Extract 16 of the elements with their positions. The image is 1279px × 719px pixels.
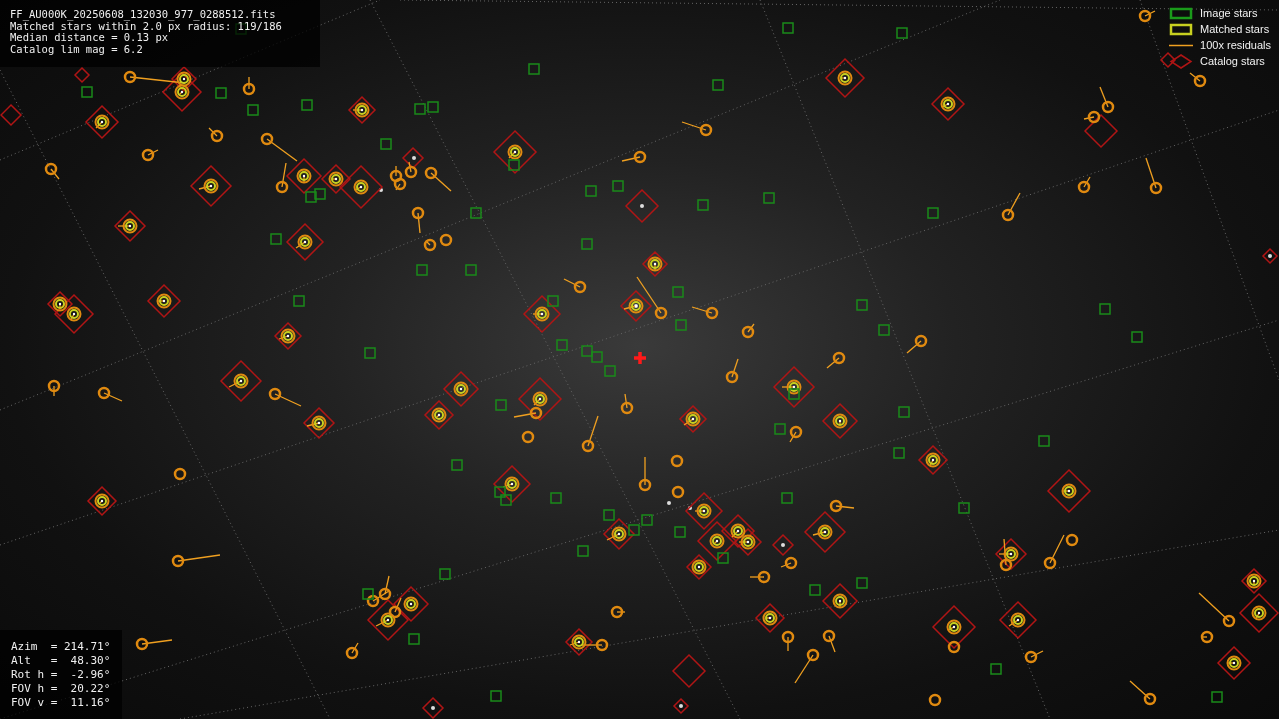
legend-label: Image stars xyxy=(1200,6,1258,22)
info-text: Catalog lim mag = 6.2 xyxy=(10,43,144,55)
orientation-text: FOV v = 11.16° xyxy=(11,696,112,710)
info-text: Median distance = 0.13 px xyxy=(10,32,169,44)
legend-label: Catalog stars xyxy=(1200,54,1265,70)
legend-label: 100x residuals xyxy=(1200,38,1271,54)
matched-star-swatch-icon xyxy=(1169,22,1194,37)
orientation-text: Rot h = -2.96° xyxy=(11,668,112,682)
orientation-text: Alt = 48.30° xyxy=(11,654,112,668)
legend-label: Matched stars xyxy=(1200,22,1270,38)
info-text: FF_AU000K_20250608_132030_977_0288512.fits xyxy=(10,9,277,21)
orientation-text: FOV h = 20.22° xyxy=(11,682,112,696)
image-star-swatch-icon xyxy=(1169,6,1194,21)
catalog-star-swatch-icon xyxy=(1169,54,1194,69)
orientation-text: Azim = 214.71° xyxy=(11,640,112,654)
info-text: Matched stars within 2.0 px radius: 119/186 xyxy=(10,20,283,32)
